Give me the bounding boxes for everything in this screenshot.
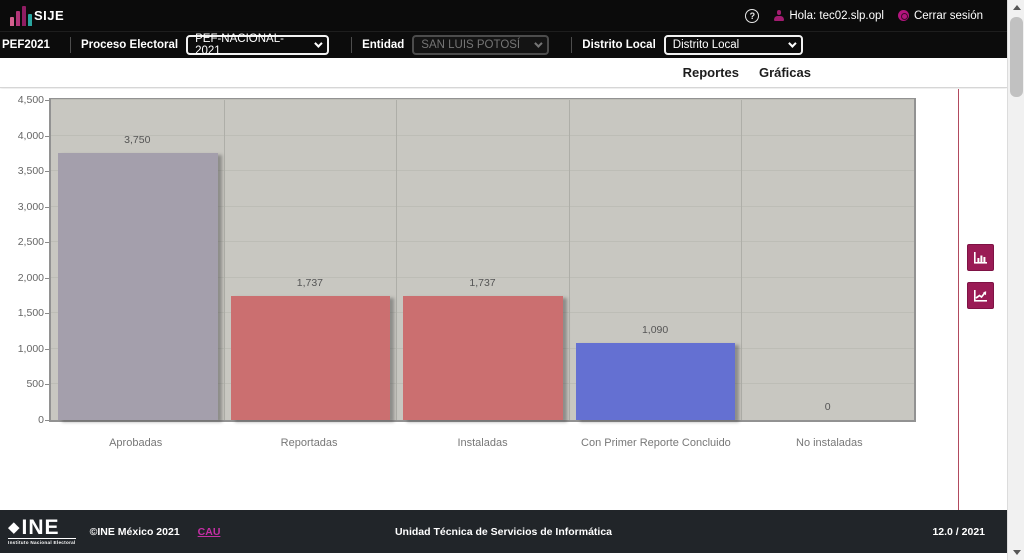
line-chart-icon <box>972 287 989 304</box>
y-tick-label: 4,500 <box>6 94 44 106</box>
logout-button[interactable]: Cerrar sesión <box>898 10 983 22</box>
scroll-up-arrow[interactable] <box>1008 0 1024 15</box>
secondary-nav: Reportes Gráficas <box>0 58 1007 88</box>
nav-reportes[interactable]: Reportes <box>683 65 739 80</box>
y-tick-label: 0 <box>6 414 44 426</box>
ine-logo-subtext: Instituto Nacional Electoral <box>8 538 76 545</box>
distrito-local-label: Distrito Local <box>582 39 655 51</box>
chart-area: 0 500 1,000 1,500 2,000 2,500 3,000 3,500 4,000 4… <box>0 89 1007 510</box>
sije-bars-icon <box>10 6 32 26</box>
v-gridline <box>224 100 225 420</box>
bar-reportadas <box>231 296 391 420</box>
y-tick-label: 1,500 <box>6 307 44 319</box>
bar-instaladas <box>403 296 563 420</box>
h-gridline <box>51 99 914 100</box>
separator <box>351 37 352 53</box>
sije-app: SIJE ? Hola: tec02.slp.opl Cerrar sesión… <box>0 0 1024 560</box>
vertical-scrollbar[interactable] <box>1007 0 1024 560</box>
help-icon[interactable]: ? <box>745 9 759 23</box>
separator <box>571 37 572 53</box>
bar-value-label: 0 <box>825 401 831 413</box>
power-icon <box>898 10 909 21</box>
process-tag: PEF2021 <box>0 39 60 51</box>
y-tick-label: 4,000 <box>6 130 44 142</box>
y-tick-label: 500 <box>6 378 44 390</box>
proceso-electoral-select[interactable]: PEF-NACIONAL-2021 <box>186 35 329 55</box>
scrollbar-thumb[interactable] <box>1010 17 1023 97</box>
entidad-value: SAN LUIS POTOSÍ <box>421 39 520 51</box>
separator <box>70 37 71 53</box>
x-category-label: Instaladas <box>396 437 569 449</box>
footer-center-text: Unidad Técnica de Servicios de Informáti… <box>0 526 1007 538</box>
bar-value-label: 1,737 <box>469 277 495 289</box>
bar-chart-button[interactable] <box>967 244 994 271</box>
logout-label: Cerrar sesión <box>914 10 983 22</box>
y-tick-label: 2,000 <box>6 272 44 284</box>
chart-type-tools <box>967 244 997 309</box>
entidad-label: Entidad <box>362 39 404 51</box>
bar-value-label: 1,090 <box>642 324 668 336</box>
line-chart-button[interactable] <box>967 282 994 309</box>
entidad-select-disabled: SAN LUIS POTOSÍ <box>412 35 549 55</box>
y-tick-label: 3,000 <box>6 201 44 213</box>
footer: ◆ INE Instituto Nacional Electoral ©INE … <box>0 510 1007 553</box>
y-tick-label: 2,500 <box>6 236 44 248</box>
x-axis-labels: AprobadasReportadasInstaladasCon Primer … <box>49 437 916 449</box>
top-header-bar: SIJE ? Hola: tec02.slp.opl Cerrar sesión <box>0 0 1007 31</box>
chart-plot: 3,750 1,737 1,737 1,090 0 <box>49 98 916 422</box>
x-category-label: Con Primer Reporte Concluido <box>569 437 742 449</box>
header-actions: ? Hola: tec02.slp.opl Cerrar sesión <box>745 9 1007 23</box>
v-gridline <box>741 100 742 420</box>
bar-value-label: 3,750 <box>124 134 150 146</box>
nav-graficas[interactable]: Gráficas <box>759 65 811 80</box>
proceso-electoral-label: Proceso Electoral <box>81 39 178 51</box>
y-tick-label: 3,500 <box>6 165 44 177</box>
bar-aprobadas <box>58 153 218 420</box>
scroll-down-arrow[interactable] <box>1008 545 1024 560</box>
x-category-label: Reportadas <box>222 437 395 449</box>
user-icon <box>773 10 784 21</box>
chevron-down-icon <box>314 39 322 47</box>
bar-chart-icon <box>972 249 989 266</box>
user-greeting: Hola: tec02.slp.opl <box>773 10 884 22</box>
x-category-label: No instaladas <box>743 437 916 449</box>
v-gridline <box>396 100 397 420</box>
triangle-up-icon <box>1013 5 1021 10</box>
v-gridline <box>569 100 570 420</box>
content-divider-line <box>958 89 959 510</box>
distrito-local-select[interactable]: Distrito Local <box>664 35 803 55</box>
distrito-local-value: Distrito Local <box>673 39 739 51</box>
x-category-label: Aprobadas <box>49 437 222 449</box>
filter-bar: PEF2021 Proceso Electoral PEF-NACIONAL-2… <box>0 31 1007 58</box>
sije-logo-text: SIJE <box>34 6 64 26</box>
h-gridline <box>51 135 914 136</box>
y-tick-label: 1,000 <box>6 343 44 355</box>
triangle-down-icon <box>1013 550 1021 555</box>
bar-value-label: 1,737 <box>297 277 323 289</box>
bar-con-primer-reporte-concluido <box>576 343 736 421</box>
proceso-electoral-value: PEF-NACIONAL-2021 <box>195 33 308 57</box>
sije-logo: SIJE <box>0 6 64 26</box>
footer-version: 12.0 / 2021 <box>932 526 985 538</box>
chevron-down-icon <box>534 39 542 47</box>
user-greeting-text: Hola: tec02.slp.opl <box>789 10 884 22</box>
help-glyph: ? <box>750 11 756 21</box>
chevron-down-icon <box>788 39 796 47</box>
